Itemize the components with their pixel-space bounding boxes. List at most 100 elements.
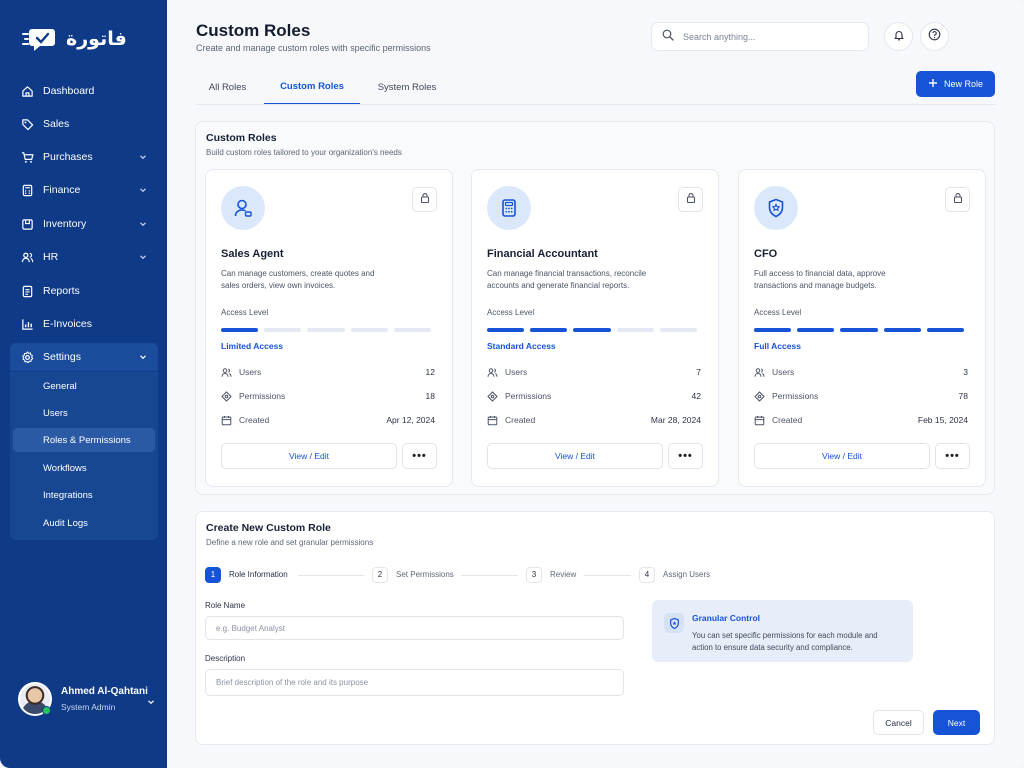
sidebar-item-reports[interactable]: Reports [10,277,158,305]
stat-created: Created Mar 28, 2024 [487,413,701,427]
stat-permissions: Permissions 78 [754,389,968,403]
stat-users: Users 7 [487,365,701,379]
access-level-bar [487,328,698,332]
user-icon [221,186,265,230]
more-options-button[interactable]: ••• [402,443,437,469]
role-card-financial-accountant: Financial Accountant Can manage financia… [471,169,719,487]
sidebar-item-sales[interactable]: Sales [10,110,158,138]
created-date: Mar 28, 2024 [650,415,701,425]
notifications-button[interactable] [884,22,913,51]
lock-button[interactable] [678,187,703,212]
logo-icon [22,26,58,52]
sidebar-item-label: Inventory [43,218,87,230]
access-level-value: Full Access [754,341,801,351]
stat-users: Users 12 [221,365,435,379]
step-set-permissions[interactable]: 2 Set Permissions [372,566,454,583]
logo-text: فاتورة [66,28,127,50]
created-date: Apr 12, 2024 [386,415,435,425]
more-options-button[interactable]: ••• [668,443,703,469]
lock-icon [419,191,431,209]
view-edit-button[interactable]: View / Edit [221,443,397,469]
role-name: Sales Agent [221,248,284,260]
sidebar-item-label: Purchases [43,151,93,163]
description-label: Description [205,654,246,663]
submenu-item-roles-permissions[interactable]: Roles & Permissions [13,428,155,452]
permissions-count: 18 [425,391,435,401]
online-status-dot [42,706,51,715]
search-box[interactable] [651,22,869,51]
app-logo[interactable]: فاتورة [22,26,127,52]
submenu-item-audit-logs[interactable]: Audit Logs [13,511,155,535]
view-edit-button[interactable]: View / Edit [487,443,663,469]
help-icon [928,28,941,46]
sidebar-item-e-invoices[interactable]: E-Invoices [10,310,158,338]
calculator-icon [487,186,531,230]
sidebar-item-dashboard[interactable]: Dashboard [10,77,158,105]
cancel-button[interactable]: Cancel [873,710,924,735]
role-name-input[interactable] [205,616,624,640]
ellipsis-icon: ••• [678,450,693,462]
permissions-count: 42 [691,391,701,401]
users-icon [754,367,765,378]
step-connector [461,575,518,576]
lock-icon [685,191,697,209]
chevron-down-icon [146,694,156,705]
access-level-segment [883,328,921,332]
sidebar-item-hr[interactable]: HR [10,243,158,271]
description-input[interactable] [205,669,624,696]
user-name: Ahmed Al-Qahtani [61,686,148,697]
permissions-count: 78 [958,391,968,401]
report-icon [20,284,34,298]
step-role-information[interactable]: 1 Role Information [205,566,288,583]
access-level-segment [221,328,259,332]
users-count: 12 [425,367,435,377]
step-connector [298,575,364,576]
step-assign-users[interactable]: 4 Assign Users [639,566,710,583]
info-title: Granular Control [692,613,761,623]
tab-system-roles[interactable]: System Roles [368,70,446,105]
sidebar-item-label: Settings [43,351,81,363]
sidebar-item-label: Finance [43,184,81,196]
bell-icon [893,28,905,46]
submenu-item-integrations[interactable]: Integrations [13,483,155,507]
view-edit-button[interactable]: View / Edit [754,443,930,469]
key-tag-icon [754,390,765,402]
access-level-segment [616,328,654,332]
new-role-button[interactable]: New Role [916,71,995,97]
role-name: CFO [754,248,778,260]
tab-custom-roles[interactable]: Custom Roles [264,70,360,105]
lock-button[interactable] [412,187,437,212]
cart-icon [20,150,34,164]
role-description: Full access to financial data, approve t… [754,269,886,290]
sidebar-item-inventory[interactable]: Inventory [10,210,158,238]
granular-control-info: Granular Control You can set specific pe… [652,600,913,662]
panel-subtitle: Build custom roles tailored to your orga… [206,148,402,157]
chevron-down-icon [138,252,148,262]
user-profile[interactable]: Ahmed Al-Qahtani System Admin [18,682,158,716]
sidebar-item-finance[interactable]: Finance [10,176,158,204]
sidebar-item-settings[interactable]: Settings [10,343,158,371]
sidebar-item-purchases[interactable]: Purchases [10,143,158,171]
new-role-label: New Role [943,79,983,89]
next-button[interactable]: Next [933,710,980,735]
lock-button[interactable] [945,187,970,212]
gear-icon [20,350,34,364]
role-card-sales-agent: Sales Agent Can manage customers, create… [205,169,453,487]
submenu-item-workflows[interactable]: Workflows [13,456,155,480]
access-level-bar [754,328,965,332]
help-button[interactable] [920,22,949,51]
calendar-icon [487,415,498,426]
tab-all-roles[interactable]: All Roles [196,70,259,105]
key-tag-icon [221,390,232,402]
step-review[interactable]: 3 Review [526,566,576,583]
submenu-item-users[interactable]: Users [13,401,155,425]
access-level-segment [659,328,698,332]
search-input[interactable] [683,31,853,42]
users-count: 7 [696,367,701,377]
page-title: Custom Roles [196,21,311,40]
users-icon [221,367,232,378]
submenu-item-general[interactable]: General [13,374,155,398]
info-text: You can set specific permissions for eac… [692,631,878,652]
access-level-label: Access Level [754,308,802,317]
more-options-button[interactable]: ••• [935,443,970,469]
